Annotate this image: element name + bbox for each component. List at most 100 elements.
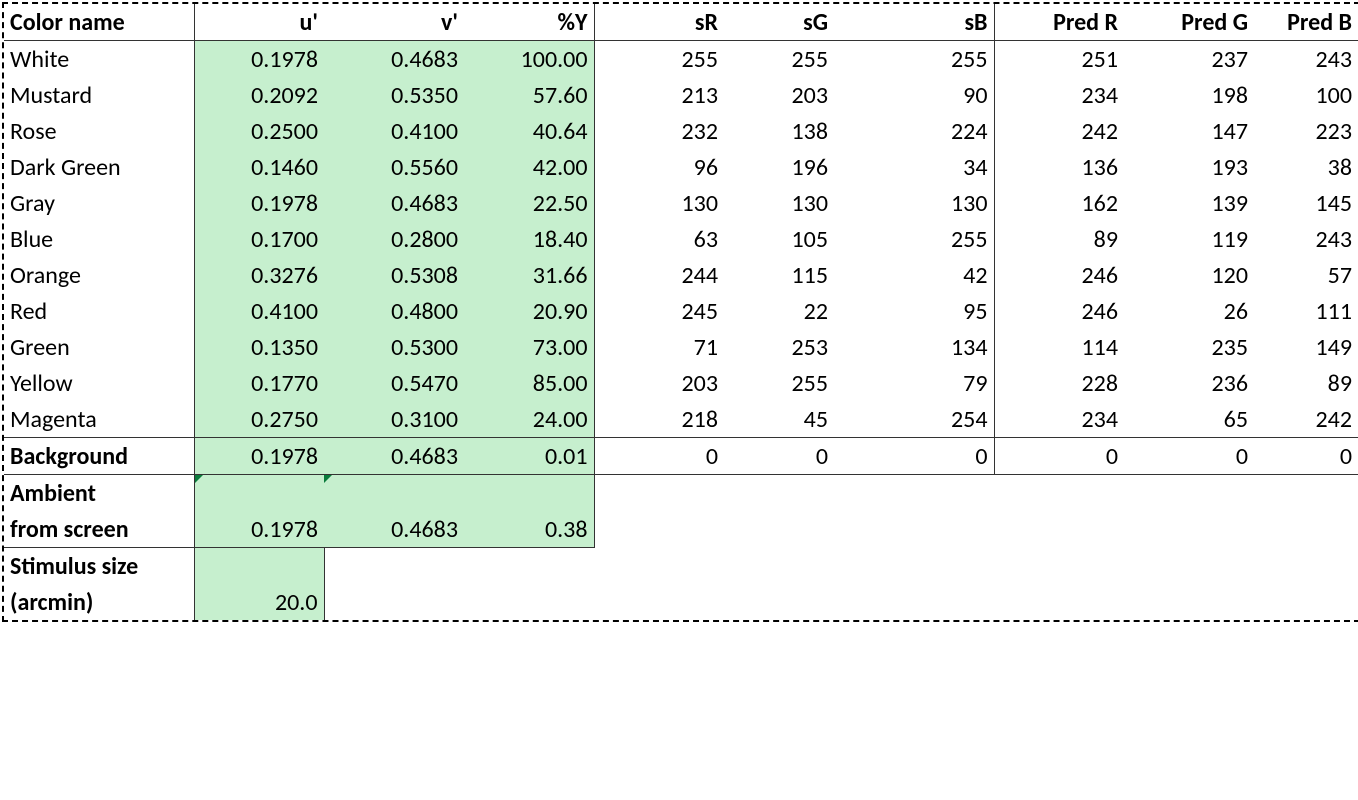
cell-empty[interactable]	[724, 584, 834, 620]
cell-empty[interactable]	[1254, 511, 1358, 548]
cell-sg[interactable]: 138	[724, 113, 834, 149]
cell-colorname[interactable]: Gray	[4, 185, 194, 221]
cell-v[interactable]	[324, 475, 464, 512]
hdr-sb[interactable]: sB	[834, 4, 994, 41]
cell-colorname[interactable]: Mustard	[4, 77, 194, 113]
cell-y[interactable]: 22.50	[464, 185, 594, 221]
cell-pg[interactable]: 120	[1124, 257, 1254, 293]
cell-pr[interactable]: 234	[994, 401, 1124, 438]
cell-sr[interactable]: 96	[594, 149, 724, 185]
cell-empty[interactable]	[1124, 548, 1254, 585]
cell-y[interactable]: 73.00	[464, 329, 594, 365]
cell-y[interactable]: 40.64	[464, 113, 594, 149]
cell-sb[interactable]: 79	[834, 365, 994, 401]
cell-pg[interactable]: 0	[1124, 438, 1254, 475]
cell-sg[interactable]: 196	[724, 149, 834, 185]
cell-pb[interactable]: 243	[1254, 41, 1358, 78]
cell-empty[interactable]	[1124, 475, 1254, 512]
cell-v[interactable]: 0.5560	[324, 149, 464, 185]
cell-empty[interactable]	[834, 475, 994, 512]
cell-pg[interactable]: 236	[1124, 365, 1254, 401]
cell-sr[interactable]: 130	[594, 185, 724, 221]
cell-sr[interactable]: 0	[594, 438, 724, 475]
cell-u[interactable]: 0.1770	[194, 365, 324, 401]
cell-sb[interactable]: 255	[834, 41, 994, 78]
cell-sg[interactable]: 115	[724, 257, 834, 293]
cell-sb[interactable]: 34	[834, 149, 994, 185]
cell-empty[interactable]	[594, 475, 724, 512]
cell-sr[interactable]: 63	[594, 221, 724, 257]
cell-pb[interactable]: 57	[1254, 257, 1358, 293]
cell-v[interactable]: 0.4100	[324, 113, 464, 149]
cell-v[interactable]: 0.5300	[324, 329, 464, 365]
cell-sb[interactable]: 224	[834, 113, 994, 149]
cell-empty[interactable]	[994, 584, 1124, 620]
cell-pb[interactable]: 243	[1254, 221, 1358, 257]
cell-sg[interactable]: 22	[724, 293, 834, 329]
cell-sg[interactable]: 255	[724, 41, 834, 78]
cell-y[interactable]: 20.90	[464, 293, 594, 329]
cell-v[interactable]: 0.4683	[324, 511, 464, 548]
cell-empty[interactable]	[724, 548, 834, 585]
cell-sr[interactable]: 213	[594, 77, 724, 113]
cell-pb[interactable]: 89	[1254, 365, 1358, 401]
cell-sb[interactable]: 90	[834, 77, 994, 113]
cell-y[interactable]: 85.00	[464, 365, 594, 401]
cell-sb[interactable]: 254	[834, 401, 994, 438]
cell-sb[interactable]: 95	[834, 293, 994, 329]
cell-colorname[interactable]: (arcmin)	[4, 584, 194, 620]
cell-u[interactable]: 0.1978	[194, 185, 324, 221]
cell-sg[interactable]: 253	[724, 329, 834, 365]
cell-y[interactable]: 100.00	[464, 41, 594, 78]
cell-y[interactable]: 0.01	[464, 438, 594, 475]
cell-pg[interactable]: 237	[1124, 41, 1254, 78]
cell-u[interactable]: 0.1978	[194, 41, 324, 78]
cell-y[interactable]: 31.66	[464, 257, 594, 293]
cell-sb[interactable]: 0	[834, 438, 994, 475]
cell-sb[interactable]: 134	[834, 329, 994, 365]
cell-colorname[interactable]: Stimulus size	[4, 548, 194, 585]
cell-sg[interactable]: 105	[724, 221, 834, 257]
cell-pg[interactable]: 147	[1124, 113, 1254, 149]
cell-colorname[interactable]: from screen	[4, 511, 194, 548]
cell-pb[interactable]: 145	[1254, 185, 1358, 221]
cell-empty[interactable]	[1124, 584, 1254, 620]
cell-sb[interactable]: 42	[834, 257, 994, 293]
cell-pr[interactable]: 114	[994, 329, 1124, 365]
cell-pr[interactable]: 136	[994, 149, 1124, 185]
cell-colorname[interactable]: Green	[4, 329, 194, 365]
cell-sb[interactable]: 255	[834, 221, 994, 257]
cell-sg[interactable]: 0	[724, 438, 834, 475]
cell-colorname[interactable]: Orange	[4, 257, 194, 293]
cell-pb[interactable]: 242	[1254, 401, 1358, 438]
cell-colorname[interactable]: Background	[4, 438, 194, 475]
cell-u[interactable]: 0.1978	[194, 511, 324, 548]
cell-empty[interactable]	[464, 584, 594, 620]
hdr-pr[interactable]: Pred R	[994, 4, 1124, 41]
cell-colorname[interactable]: Ambient	[4, 475, 194, 512]
cell-colorname[interactable]: Blue	[4, 221, 194, 257]
cell-v[interactable]: 0.5350	[324, 77, 464, 113]
cell-pr[interactable]: 228	[994, 365, 1124, 401]
cell-pr[interactable]: 246	[994, 293, 1124, 329]
cell-pg[interactable]: 65	[1124, 401, 1254, 438]
cell-v[interactable]: 0.4800	[324, 293, 464, 329]
cell-u[interactable]: 0.2750	[194, 401, 324, 438]
cell-v[interactable]: 0.4683	[324, 41, 464, 78]
cell-colorname[interactable]: White	[4, 41, 194, 78]
cell-empty[interactable]	[724, 511, 834, 548]
cell-v[interactable]: 0.5308	[324, 257, 464, 293]
cell-empty[interactable]	[724, 475, 834, 512]
cell-empty[interactable]	[834, 511, 994, 548]
hdr-v[interactable]: v'	[324, 4, 464, 41]
cell-sg[interactable]: 203	[724, 77, 834, 113]
cell-y[interactable]: 18.40	[464, 221, 594, 257]
cell-empty[interactable]	[594, 511, 724, 548]
cell-pg[interactable]: 26	[1124, 293, 1254, 329]
cell-empty[interactable]	[1254, 548, 1358, 585]
cell-v[interactable]: 0.5470	[324, 365, 464, 401]
cell-pr[interactable]: 246	[994, 257, 1124, 293]
cell-sg[interactable]: 45	[724, 401, 834, 438]
cell-pb[interactable]: 111	[1254, 293, 1358, 329]
hdr-y[interactable]: %Y	[464, 4, 594, 41]
